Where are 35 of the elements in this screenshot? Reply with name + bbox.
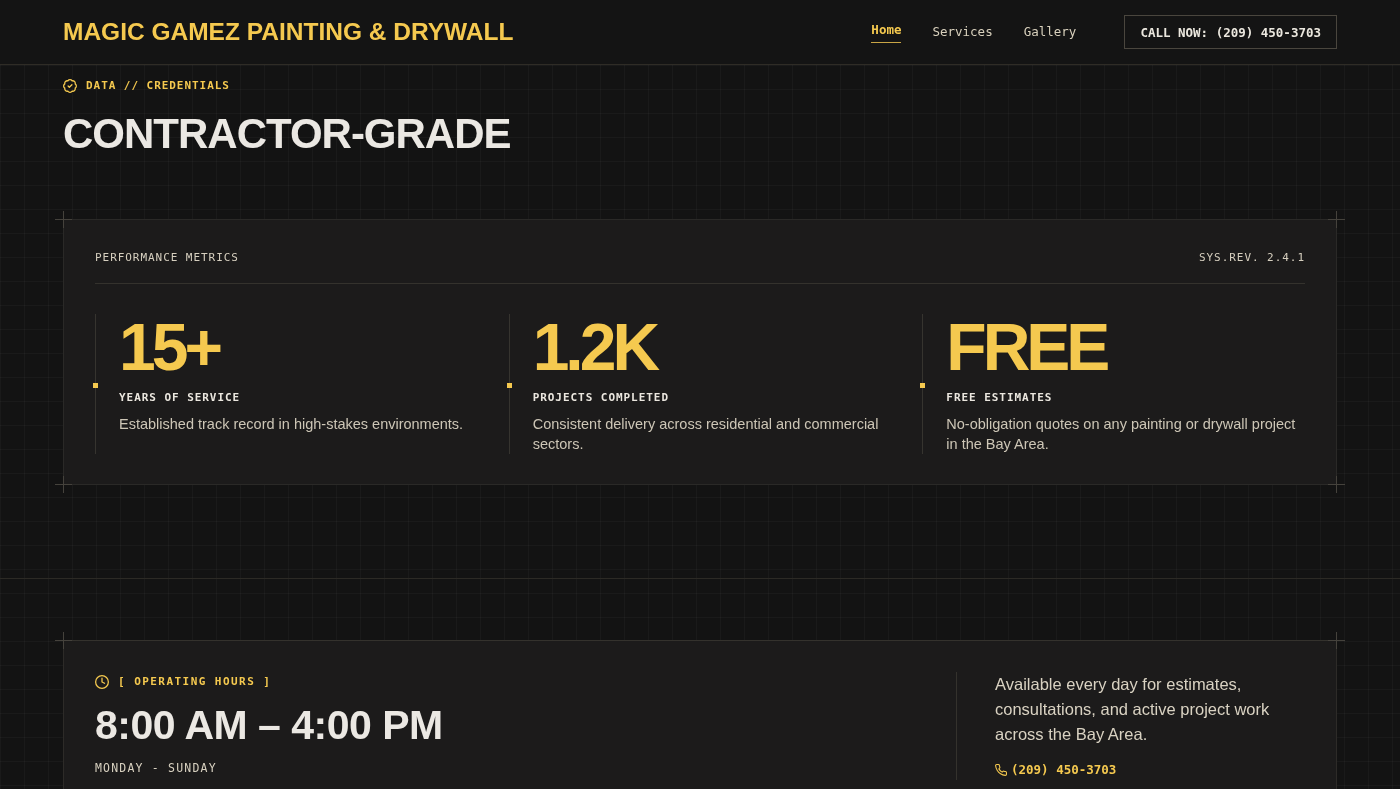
metric-value: 1.2K <box>532 314 657 380</box>
metric-value: FREE <box>946 314 1107 380</box>
hours-days: MONDAY - SUNDAY <box>95 761 217 775</box>
marker-icon <box>506 383 512 388</box>
metric-label: PROJECTS COMPLETED <box>532 391 669 405</box>
call-now-button[interactable]: CALL NOW: (209) 450-3703 <box>1124 15 1337 49</box>
crosshair-icon <box>1328 211 1345 228</box>
hours-eyebrow: [ OPERATING HOURS ] <box>118 675 272 689</box>
crosshair-icon <box>55 476 72 493</box>
section-eyebrow: DATA // CREDENTIALS <box>86 79 230 93</box>
hours-time: 8:00 AM – 4:00 PM <box>95 703 443 748</box>
nav-link[interactable]: Services <box>932 19 993 45</box>
clock-icon <box>95 675 109 689</box>
crosshair-icon <box>1328 632 1345 649</box>
metric-description: No-obligation quotes on any painting or drywall project in the Bay Area. <box>946 415 1297 454</box>
hours-description: Available every day for estimates, consultations, and active project work across the Bay Area. <box>995 674 1271 745</box>
panel-heading: PERFORMANCE METRICS <box>95 251 239 265</box>
metric-description: Consistent delivery across residential and commercial sectors. <box>532 415 880 454</box>
nav-link[interactable]: Home <box>871 18 902 43</box>
phone-icon <box>995 764 1007 776</box>
site-logo[interactable]: MAGIC GAMEZ PAINTING & DRYWALL <box>63 18 514 46</box>
marker-icon <box>93 383 98 388</box>
metric-label: FREE ESTIMATES <box>946 391 1053 405</box>
crosshair-icon <box>55 632 72 649</box>
nav-link[interactable]: Gallery <box>1023 19 1077 45</box>
revision-label: SYS.REV. 2.4.1 <box>1198 251 1305 265</box>
metric-label: YEARS OF SERVICE <box>119 391 241 405</box>
crosshair-icon <box>1328 476 1345 493</box>
phone-link[interactable]: (209) 450-3703 <box>995 762 1117 778</box>
crosshair-icon <box>55 211 72 228</box>
marker-icon <box>920 383 926 388</box>
section-title: CONTRACTOR-GRADE <box>63 111 511 157</box>
metric-value: 15+ <box>119 314 219 380</box>
metric-description: Established track record in high-stakes environments. <box>119 415 465 434</box>
badge-check-icon <box>63 79 77 93</box>
